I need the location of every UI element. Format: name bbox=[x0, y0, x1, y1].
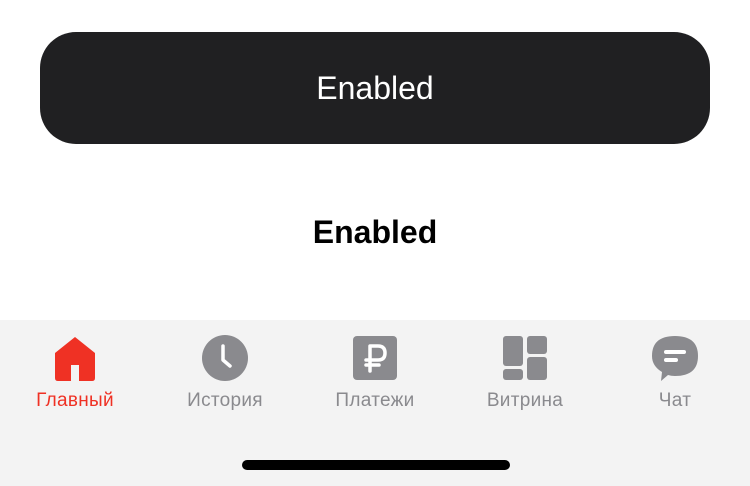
home-indicator bbox=[242, 460, 510, 470]
tab-chat-label: Чат bbox=[658, 390, 692, 411]
tab-showcase-label: Витрина bbox=[486, 390, 564, 411]
grid-icon bbox=[503, 336, 547, 380]
tab-history-label: История bbox=[187, 390, 263, 411]
clock-icon bbox=[202, 335, 248, 381]
primary-enabled-button[interactable]: Enabled bbox=[40, 32, 710, 144]
tab-payments-label: Платежи bbox=[335, 390, 415, 411]
screen: Enabled Enabled Главный История Платежи bbox=[0, 0, 750, 486]
tab-showcase[interactable]: Витрина bbox=[450, 320, 600, 430]
tab-home[interactable]: Главный bbox=[0, 320, 150, 430]
tab-home-label: Главный bbox=[36, 390, 114, 411]
chat-icon bbox=[652, 336, 698, 381]
ruble-icon bbox=[353, 336, 397, 380]
tab-history[interactable]: История bbox=[150, 320, 300, 430]
primary-button-label: Enabled bbox=[316, 69, 434, 106]
tab-payments[interactable]: Платежи bbox=[300, 320, 450, 430]
home-icon bbox=[55, 337, 95, 381]
tab-chat[interactable]: Чат bbox=[600, 320, 750, 430]
bottom-tab-bar: Главный История Платежи Витрина Чат bbox=[0, 320, 750, 486]
secondary-enabled-button[interactable]: Enabled bbox=[40, 176, 710, 288]
secondary-button-label: Enabled bbox=[312, 213, 438, 250]
